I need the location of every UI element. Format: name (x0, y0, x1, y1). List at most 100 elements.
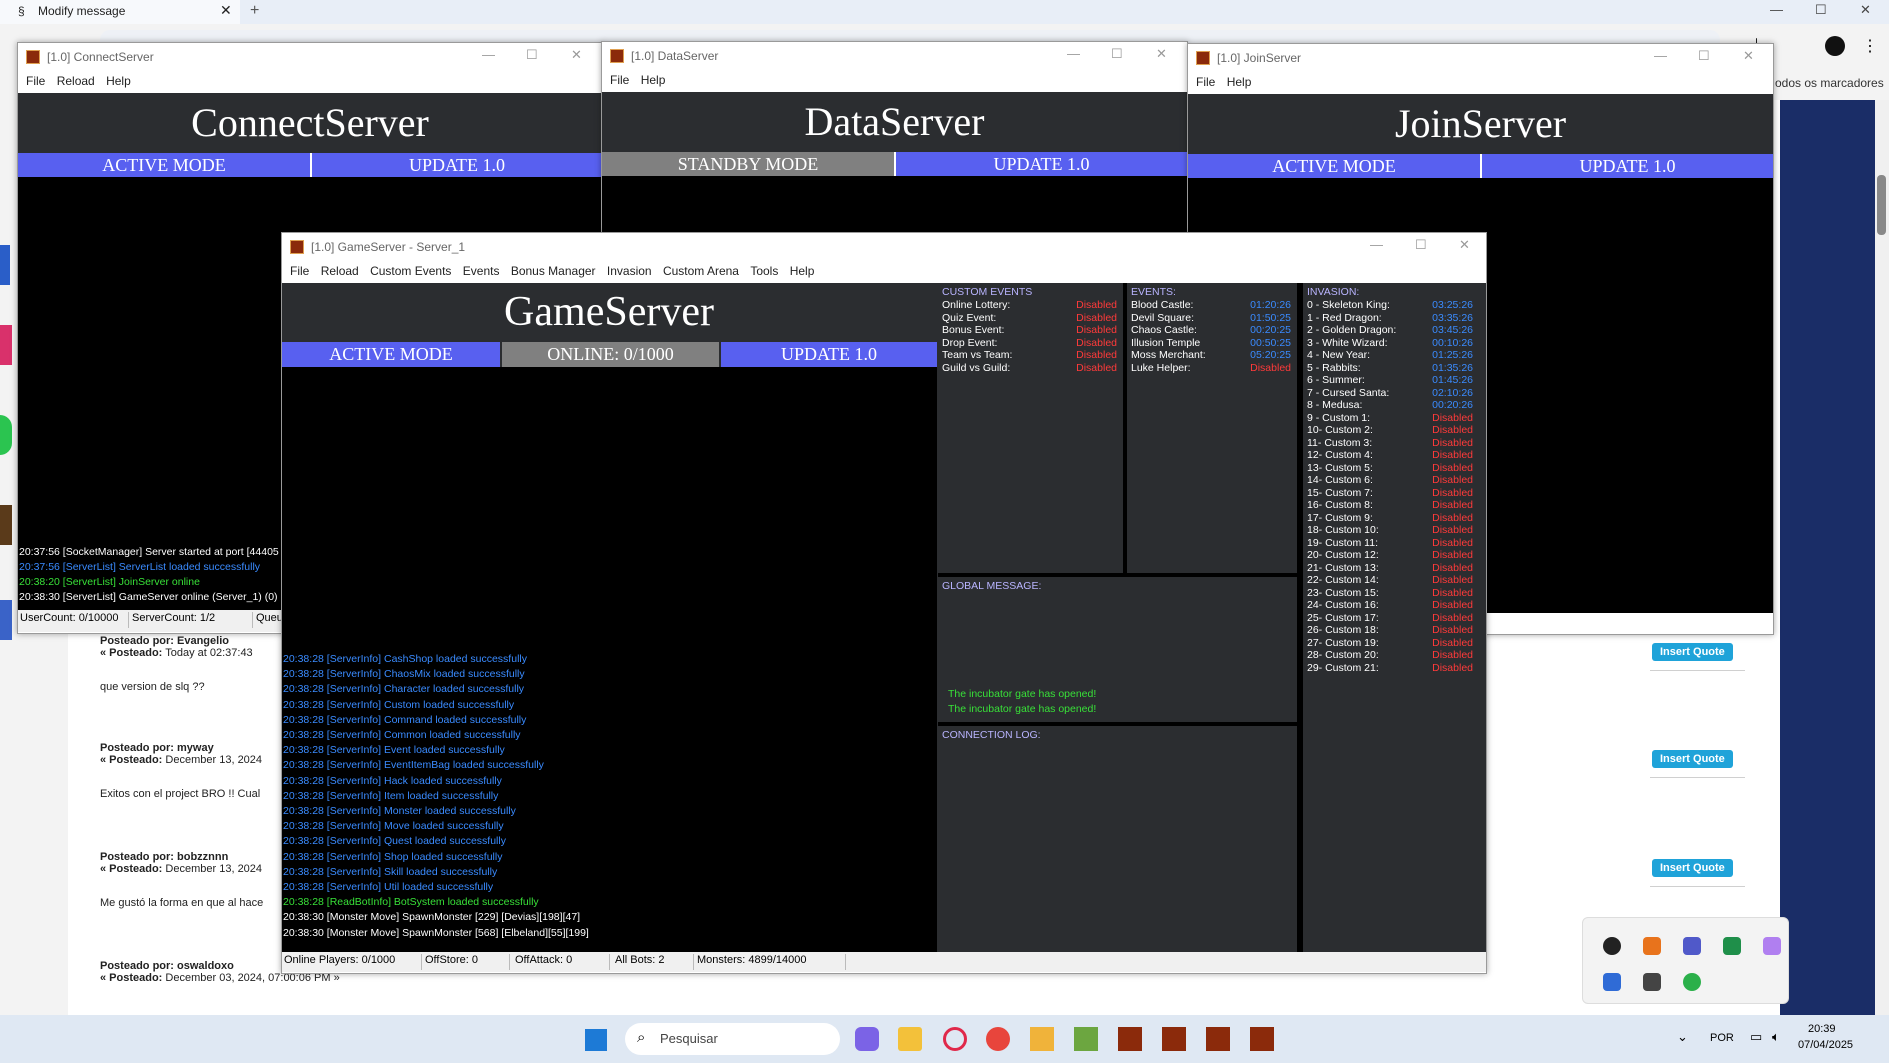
chat-icon[interactable] (0, 600, 12, 640)
tray-app-icon[interactable] (1643, 937, 1661, 955)
page-scrollbar-thumb[interactable] (1877, 175, 1886, 235)
post-date-label: « Posteado: (100, 972, 163, 984)
row-label: Team vs Team: (942, 349, 1013, 361)
minimize-icon[interactable]: — (1067, 46, 1080, 61)
menu-reload[interactable]: Reload (57, 74, 95, 88)
menu-file[interactable]: File (1196, 75, 1215, 89)
taskbar-search[interactable]: ⌕ Pesquisar (625, 1023, 840, 1055)
file-explorer-icon[interactable] (898, 1027, 922, 1051)
close-icon[interactable]: ✕ (1459, 237, 1470, 253)
joinserver-titlebar[interactable]: [1.0] JoinServer — ☐ ✕ (1188, 44, 1773, 72)
menu-events[interactable]: Events (463, 264, 500, 278)
menu-help[interactable]: Help (790, 264, 815, 278)
server-app-icon[interactable] (1118, 1027, 1142, 1051)
close-icon[interactable]: ✕ (571, 47, 582, 63)
browser-minimize-icon[interactable]: — (1770, 2, 1783, 17)
server-app-icon[interactable] (1206, 1027, 1230, 1051)
menu-reload[interactable]: Reload (321, 264, 359, 278)
chevron-up-icon[interactable]: ⌄ (1677, 1029, 1688, 1045)
menu-file[interactable]: File (26, 74, 45, 88)
menu-tools[interactable]: Tools (750, 264, 778, 278)
post-author[interactable]: myway (177, 742, 214, 754)
profile-icon[interactable] (1825, 36, 1845, 56)
app-blue-icon[interactable] (0, 245, 10, 285)
row-value: Disabled (1076, 336, 1117, 349)
whatsapp-icon[interactable] (0, 415, 12, 455)
browser-maximize-icon[interactable]: ☐ (1815, 2, 1827, 18)
server-app-icon[interactable] (1162, 1027, 1186, 1051)
browser-tab[interactable]: § Modify message ✕ (0, 0, 240, 24)
language-indicator[interactable]: POR (1710, 1032, 1734, 1044)
post-author[interactable]: bobzznnn (177, 851, 228, 863)
page-scrollbar[interactable] (1875, 100, 1889, 1015)
chrome-icon[interactable] (986, 1027, 1010, 1051)
offattack-count: OffAttack: 0 (513, 954, 610, 970)
row-value: 01:20:26 (1250, 299, 1291, 311)
minimize-icon[interactable]: — (482, 47, 495, 62)
insert-quote-button[interactable]: Insert Quote (1652, 750, 1733, 768)
browser-close-icon[interactable]: ✕ (1860, 2, 1871, 18)
tray-app-icon[interactable] (1723, 937, 1741, 955)
clock-time[interactable]: 20:39 (1808, 1023, 1836, 1035)
menu-help[interactable]: Help (106, 74, 131, 88)
new-tab-button[interactable]: + (250, 2, 259, 20)
instagram-icon[interactable] (0, 325, 12, 365)
post-author[interactable]: Evangelio (177, 635, 229, 647)
tab-close-icon[interactable]: ✕ (220, 2, 232, 19)
close-icon[interactable]: ✕ (1743, 48, 1754, 64)
connectserver-titlebar[interactable]: [1.0] ConnectServer — ☐ ✕ (18, 43, 602, 71)
close-icon[interactable]: ✕ (1156, 46, 1167, 62)
maximize-icon[interactable]: ☐ (1698, 48, 1710, 64)
insert-quote-button[interactable]: Insert Quote (1652, 643, 1733, 661)
post-author[interactable]: oswaldoxo (177, 960, 234, 972)
menu-bonus-manager[interactable]: Bonus Manager (511, 264, 596, 278)
row-value: Disabled (1076, 324, 1117, 336)
maximize-icon[interactable]: ☐ (1415, 237, 1427, 253)
row-label: 1 - Red Dragon: (1307, 311, 1382, 324)
minimize-icon[interactable]: — (1654, 48, 1667, 63)
maximize-icon[interactable]: ☐ (526, 47, 538, 63)
tray-pen-icon[interactable] (1763, 937, 1781, 955)
menu-custom-arena[interactable]: Custom Arena (663, 264, 739, 278)
row-value: Disabled (1432, 411, 1473, 424)
tray-security-icon[interactable] (1603, 973, 1621, 991)
game-icon[interactable] (0, 505, 12, 545)
log-line: 20:38:28 [ServerInfo] Item loaded succes… (283, 789, 499, 802)
gameserver-titlebar[interactable]: [1.0] GameServer - Server_1 — ☐ ✕ (282, 233, 1486, 261)
row-label: 29- Custom 21: (1307, 661, 1379, 674)
app-icon[interactable] (1030, 1027, 1054, 1051)
start-icon[interactable] (585, 1029, 607, 1051)
app-icon[interactable] (1074, 1027, 1098, 1051)
app-icon (1196, 51, 1210, 65)
opera-icon[interactable] (943, 1027, 967, 1051)
row-label: 17- Custom 9: (1307, 511, 1373, 524)
menu-help[interactable]: Help (1227, 75, 1252, 89)
insert-quote-button[interactable]: Insert Quote (1652, 859, 1733, 877)
row-value: 01:45:26 (1432, 374, 1473, 386)
menu-file[interactable]: File (290, 264, 309, 278)
row-label: 19- Custom 11: (1307, 536, 1379, 549)
minimize-icon[interactable]: — (1370, 237, 1383, 252)
volume-icon[interactable]: 🔈︎ (1772, 1029, 1780, 1045)
clock-date[interactable]: 07/04/2025 (1798, 1039, 1853, 1051)
tray-app-icon[interactable] (1603, 937, 1621, 955)
row-value: 03:35:26 (1432, 311, 1473, 324)
network-icon[interactable]: ▭ (1750, 1029, 1762, 1045)
tray-app-icon[interactable] (1643, 973, 1661, 991)
menu-kebab-icon[interactable]: ⋮ (1862, 36, 1878, 56)
joinserver-title: JoinServer (1188, 94, 1773, 154)
tray-teams-icon[interactable] (1683, 937, 1701, 955)
row-label: Blood Castle: (1131, 299, 1194, 311)
copilot-icon[interactable] (855, 1027, 879, 1051)
tray-app-icon[interactable] (1683, 973, 1701, 991)
menu-invasion[interactable]: Invasion (607, 264, 652, 278)
maximize-icon[interactable]: ☐ (1111, 46, 1123, 62)
row-label: 16- Custom 8: (1307, 499, 1373, 511)
bookmarks-label[interactable]: odos os marcadores (1775, 76, 1884, 90)
menu-help[interactable]: Help (641, 73, 666, 87)
all-bots-count: All Bots: 2 (613, 954, 694, 970)
menu-file[interactable]: File (610, 73, 629, 87)
dataserver-titlebar[interactable]: [1.0] DataServer — ☐ ✕ (602, 42, 1187, 70)
server-app-icon[interactable] (1250, 1027, 1274, 1051)
menu-custom-events[interactable]: Custom Events (370, 264, 451, 278)
